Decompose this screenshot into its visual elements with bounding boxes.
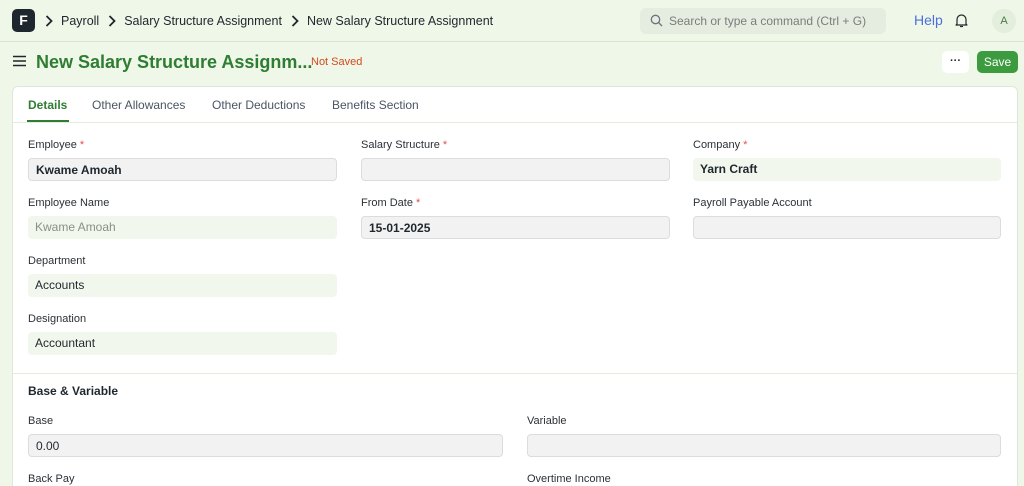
from-date-field[interactable]: 15-01-2025 <box>361 216 670 239</box>
salary-structure-label: Salary Structure * <box>361 139 448 151</box>
form-tabs: Details Other Allowances Other Deduction… <box>13 87 1017 123</box>
overtime-income-label: Overtime Income <box>527 473 611 485</box>
breadcrumb-payroll[interactable]: Payroll <box>61 14 99 28</box>
employee-field[interactable]: Kwame Amoah <box>28 158 337 181</box>
chevron-right-icon <box>291 15 299 27</box>
breadcrumb: Payroll Salary Structure Assignment New … <box>45 0 502 42</box>
variable-label: Variable <box>527 415 567 427</box>
app-logo[interactable]: F <box>12 9 35 32</box>
status-indicator: Not Saved <box>311 56 363 68</box>
from-date-label: From Date * <box>361 197 421 209</box>
help-link[interactable]: Help <box>914 12 943 28</box>
tab-other-allowances[interactable]: Other Allowances <box>92 98 185 112</box>
payroll-payable-account-field[interactable] <box>693 216 1001 239</box>
employee-name-field: Kwame Amoah <box>28 216 337 239</box>
base-label: Base <box>28 415 54 427</box>
page-title: New Salary Structure Assignm... <box>36 52 313 72</box>
save-button[interactable]: Save <box>977 51 1018 73</box>
tab-other-deductions[interactable]: Other Deductions <box>212 98 305 112</box>
department-field: Accounts <box>28 274 337 297</box>
company-label: Company * <box>693 139 748 151</box>
designation-field: Accountant <box>28 332 337 355</box>
tab-details[interactable]: Details <box>28 98 67 112</box>
base-variable-section-title: Base & Variable <box>28 384 119 398</box>
section-divider <box>13 373 1017 374</box>
base-field[interactable]: 0.00 <box>28 434 503 457</box>
salary-structure-field[interactable] <box>361 158 670 181</box>
more-actions-button[interactable]: ··· <box>942 51 969 73</box>
employee-name-label: Employee Name <box>28 197 110 209</box>
breadcrumb-new-salary-structure-assignment[interactable]: New Salary Structure Assignment <box>307 14 493 28</box>
active-tab-underline <box>27 120 69 122</box>
designation-label: Designation <box>28 313 87 325</box>
tab-benefits-section[interactable]: Benefits Section <box>332 98 419 112</box>
back-pay-label: Back Pay <box>28 473 75 485</box>
user-avatar[interactable]: A <box>992 9 1016 33</box>
chevron-right-icon <box>108 15 116 27</box>
search-input[interactable] <box>669 8 881 34</box>
form-card: Details Other Allowances Other Deduction… <box>12 86 1018 486</box>
department-label: Department <box>28 255 86 267</box>
sidebar-toggle-icon[interactable] <box>13 55 26 70</box>
chevron-right-icon <box>45 15 53 27</box>
search-icon <box>650 14 663 30</box>
navbar: F Payroll Salary Structure Assignment Ne… <box>0 0 1024 42</box>
breadcrumb-salary-structure-assignment[interactable]: Salary Structure Assignment <box>124 14 282 28</box>
notification-bell-icon[interactable] <box>955 13 968 31</box>
variable-field[interactable] <box>527 434 1001 457</box>
employee-label: Employee * <box>28 139 85 151</box>
search-bar[interactable] <box>640 8 886 34</box>
payroll-payable-account-label: Payroll Payable Account <box>693 197 812 209</box>
company-field[interactable]: Yarn Craft <box>693 158 1001 181</box>
